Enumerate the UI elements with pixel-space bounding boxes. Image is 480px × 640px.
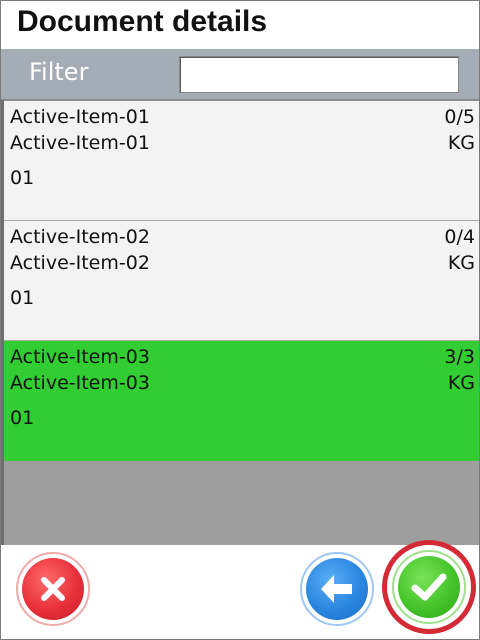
- item-location: 01: [10, 287, 35, 309]
- cancel-button[interactable]: [16, 552, 90, 626]
- item-unit: KG: [447, 372, 475, 394]
- list-item[interactable]: Active-Item-01 0/5 Active-Item-01 KG 01: [4, 101, 479, 221]
- title-bar: Document details: [1, 1, 479, 49]
- item-quantity: 0/5: [444, 106, 475, 128]
- item-unit: KG: [447, 132, 475, 154]
- item-name: Active-Item-02: [10, 226, 150, 248]
- back-button[interactable]: [300, 552, 374, 626]
- item-description: Active-Item-02: [10, 252, 150, 274]
- item-description: Active-Item-01: [10, 132, 150, 154]
- list-item[interactable]: Active-Item-02 0/4 Active-Item-02 KG 01: [4, 221, 479, 341]
- item-list[interactable]: Active-Item-01 0/5 Active-Item-01 KG 01 …: [1, 99, 479, 545]
- item-quantity: 3/3: [444, 346, 475, 368]
- item-description: Active-Item-03: [10, 372, 150, 394]
- arrow-left-icon: [306, 558, 368, 620]
- app-window: Document details Filter Active-Item-01 0…: [0, 0, 480, 640]
- filter-bar: Filter: [1, 49, 479, 99]
- confirm-button[interactable]: [392, 550, 466, 624]
- item-quantity: 0/4: [444, 226, 475, 248]
- item-location: 01: [10, 407, 35, 429]
- filter-label: Filter: [29, 58, 89, 86]
- page-title: Document details: [17, 5, 268, 38]
- list-item[interactable]: Active-Item-03 3/3 Active-Item-03 KG 01: [4, 341, 479, 461]
- action-bar: [1, 540, 479, 639]
- item-location: 01: [10, 167, 35, 189]
- close-icon: [22, 558, 84, 620]
- confirm-highlight: [382, 540, 476, 634]
- item-unit: KG: [447, 252, 475, 274]
- checkmark-icon: [398, 556, 460, 618]
- item-name: Active-Item-03: [10, 346, 150, 368]
- filter-input[interactable]: [179, 56, 459, 93]
- item-name: Active-Item-01: [10, 106, 150, 128]
